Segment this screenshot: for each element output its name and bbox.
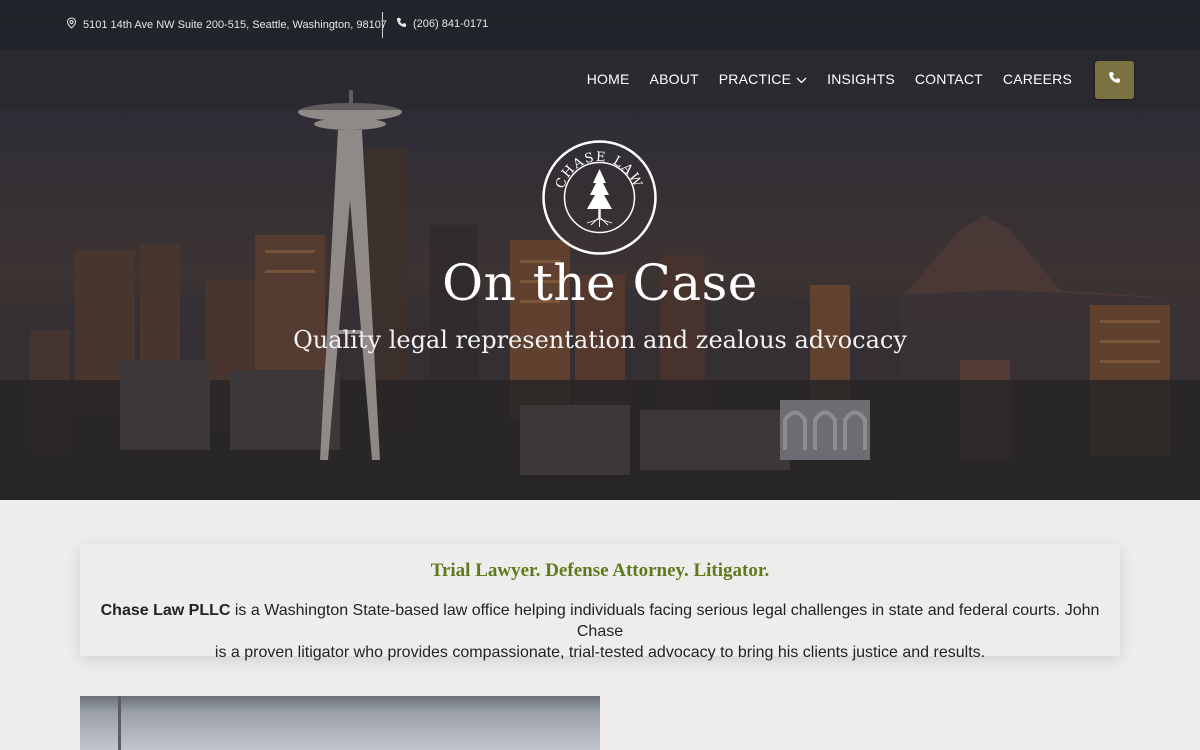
chevron-down-icon: [796, 71, 807, 87]
chase-law-logo[interactable]: CHASE LAW: [541, 139, 658, 256]
intro-description: Chase Law PLLC is a Washington State-bas…: [90, 600, 1110, 663]
nav-menu: HOME ABOUT PRACTICE INSIGHTS CONTACT CAR…: [587, 71, 1072, 87]
phone-text: (206) 841-0171: [413, 18, 489, 30]
call-button[interactable]: [1095, 61, 1134, 99]
nav-item-careers[interactable]: CAREERS: [1003, 71, 1072, 87]
map-pin-icon: [66, 17, 77, 32]
nav-item-about[interactable]: ABOUT: [650, 71, 699, 87]
nav-label: CAREERS: [1002, 71, 1072, 87]
phone-icon: [396, 17, 407, 31]
intro-card: Trial Lawyer. Defense Attorney. Litigato…: [80, 544, 1120, 661]
intro-tagline: Trial Lawyer. Defense Attorney. Litigato…: [430, 560, 770, 581]
nav-item-practice[interactable]: PRACTICE: [719, 71, 807, 87]
nav-item-contact[interactable]: CONTACT: [915, 71, 983, 87]
description-line-1: is a Washington State-based law office h…: [230, 602, 1100, 640]
nav-item-home[interactable]: HOME: [587, 71, 630, 87]
phone-icon: [1108, 71, 1121, 89]
hero-section: 5101 14th Ave NW Suite 200-515, Seattle,…: [0, 0, 1200, 500]
description-line-2: is a proven litigator who provides compa…: [214, 644, 986, 661]
nav-label: HOME: [586, 71, 630, 87]
main-navbar: HOME ABOUT PRACTICE INSIGHTS CONTACT CAR…: [0, 50, 1200, 110]
photo-detail: [118, 696, 121, 750]
nav-label: CONTACT: [914, 71, 983, 87]
nav-item-insights[interactable]: INSIGHTS: [827, 71, 895, 87]
nav-label: ABOUT: [649, 71, 699, 87]
phone-link[interactable]: (206) 841-0171: [396, 17, 488, 31]
topbar-divider: [382, 12, 383, 38]
hero-subtitle: Quality legal representation and zealous…: [293, 326, 907, 354]
attorney-photo: [80, 696, 600, 750]
hero-title: On the Case: [442, 254, 758, 312]
nav-label: INSIGHTS: [827, 71, 895, 87]
top-info-bar: 5101 14th Ave NW Suite 200-515, Seattle,…: [0, 0, 1200, 50]
address-text: 5101 14th Ave NW Suite 200-515, Seattle,…: [83, 18, 387, 31]
nav-label: PRACTICE: [718, 71, 792, 87]
firm-name: Chase Law PLLC: [100, 602, 231, 619]
address-link[interactable]: 5101 14th Ave NW Suite 200-515, Seattle,…: [66, 17, 387, 32]
